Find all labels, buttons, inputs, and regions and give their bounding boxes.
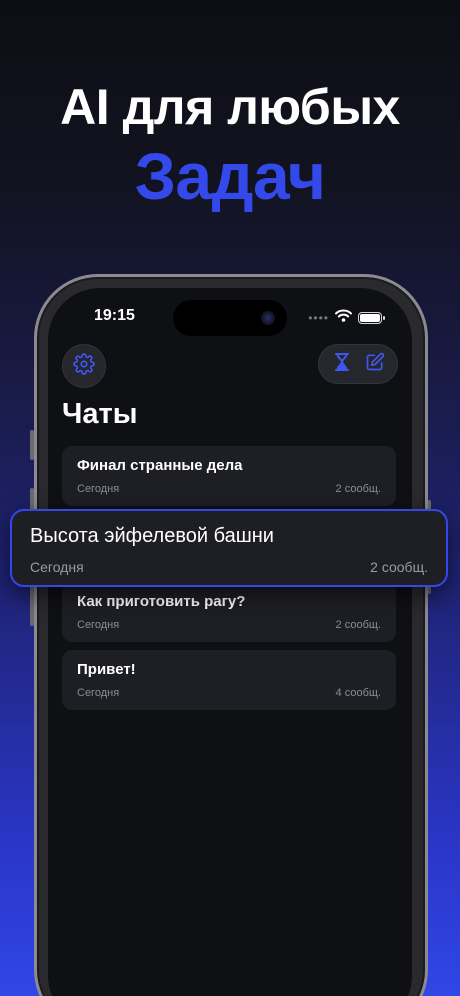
compose-icon xyxy=(365,352,385,377)
chat-title: Высота эйфелевой башни xyxy=(30,525,274,547)
chat-title: Привет! xyxy=(77,661,136,678)
chat-item[interactable]: Как приготовить рагу? Сегодня 2 сообщ. xyxy=(62,582,396,642)
chat-message-count: 4 сообщ. xyxy=(335,687,381,699)
chat-date: Сегодня xyxy=(30,559,84,575)
chat-message-count: 2 сообщ. xyxy=(335,483,381,495)
chat-message-count: 2 сообщ. xyxy=(370,559,428,575)
status-icons: •••• xyxy=(308,309,385,327)
settings-button[interactable] xyxy=(62,344,106,388)
signal-dots-icon: •••• xyxy=(308,311,329,325)
chat-item[interactable]: Финал странные дела Сегодня 2 сообщ. xyxy=(62,446,396,506)
hero-line-1: AI для любых xyxy=(60,79,400,135)
hourglass-icon xyxy=(333,352,351,377)
hero-line-2: Задач xyxy=(134,139,326,213)
status-time: 19:15 xyxy=(94,307,135,324)
chat-item[interactable]: Привет! Сегодня 4 сообщ. xyxy=(62,650,396,710)
history-button[interactable] xyxy=(327,349,357,379)
page-title: Чаты xyxy=(62,398,138,430)
wifi-icon xyxy=(335,309,352,327)
gear-icon xyxy=(73,352,95,380)
hero-headline: AI для любых Задач xyxy=(0,78,460,212)
dynamic-island xyxy=(173,300,287,336)
chat-title: Финал странные дела xyxy=(77,457,243,474)
chat-date: Сегодня xyxy=(77,687,120,699)
camera-icon xyxy=(261,311,275,325)
highlighted-chat-item[interactable]: Высота эйфелевой башни Сегодня 2 сообщ. xyxy=(10,509,448,587)
chat-date: Сегодня xyxy=(77,483,120,495)
phone-screen: 19:15 •••• Чаты Финал странные дела Сего… xyxy=(48,288,412,996)
header-actions xyxy=(318,344,398,384)
chat-title: Как приготовить рагу? xyxy=(77,593,246,610)
chat-date: Сегодня xyxy=(77,619,120,631)
battery-icon xyxy=(358,312,385,324)
new-chat-button[interactable] xyxy=(360,349,390,379)
chat-message-count: 2 сообщ. xyxy=(335,619,381,631)
